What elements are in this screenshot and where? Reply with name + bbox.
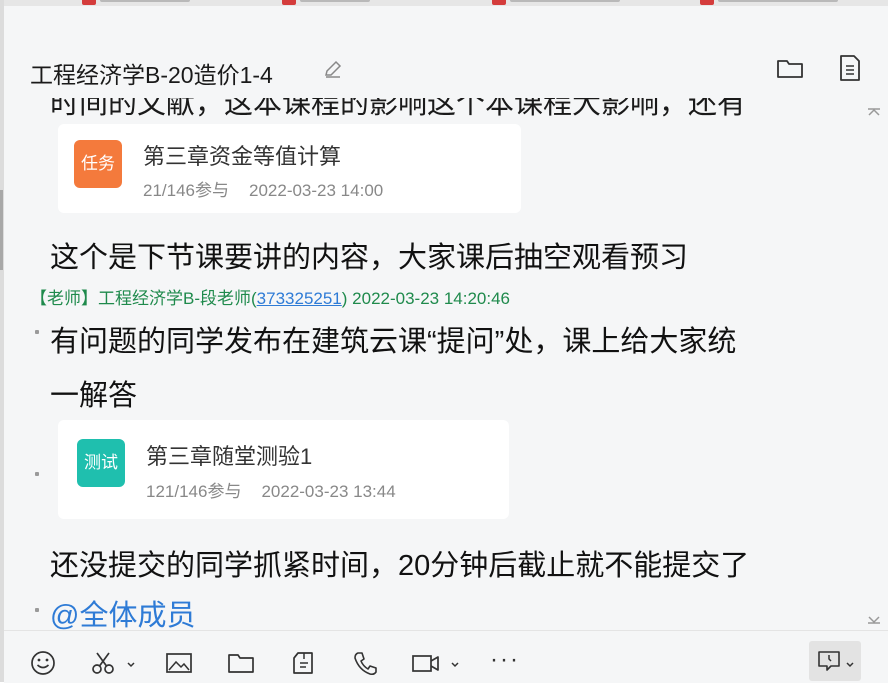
task-card[interactable]: 任务 第三章资金等值计算 21/146参与 2022-03-23 14:00 <box>58 124 521 213</box>
input-toolbar: ··· <box>4 630 888 683</box>
message-text: 这个是下节课要讲的内容，大家课后抽空观看预习 <box>50 242 689 274</box>
history-button[interactable] <box>809 641 861 681</box>
chevron-down-icon <box>845 657 855 668</box>
tab-fragment <box>282 0 296 5</box>
phone-icon[interactable] <box>350 649 380 677</box>
message-bullet <box>35 330 39 334</box>
tab-fragment <box>100 0 190 2</box>
notes-icon[interactable] <box>837 53 863 83</box>
chevron-down-icon[interactable] <box>126 657 136 668</box>
message-list[interactable]: 时间的文献，这本课程的影响这个本课程大影响，还有 任务 第三章资金等值计算 21… <box>4 98 888 630</box>
scroll-down-icon[interactable] <box>866 614 882 626</box>
message-text: 还没提交的同学抓紧时间，20分钟后截止就不能提交了 <box>50 550 750 582</box>
message-text: 一解答 <box>50 380 138 412</box>
message-bullet <box>35 608 39 612</box>
sender-line: 【老师】工程经济学B-段老师(373325251) 2022-03-23 14:… <box>30 284 510 309</box>
mention-all-members[interactable]: @全体成员 <box>50 592 195 630</box>
tab-fragment <box>510 0 620 2</box>
message-bullet <box>35 472 39 476</box>
sender-qq-link[interactable]: 373325251 <box>257 289 342 308</box>
quiz-card-time: 2022-03-23 13:44 <box>261 482 396 501</box>
chat-header: 工程经济学B-20造价1-4 <box>4 6 888 98</box>
emoji-icon[interactable] <box>28 649 58 677</box>
sender-role: 【老师】 <box>30 289 98 308</box>
task-card-participants: 21/146参与 <box>143 181 229 200</box>
quiz-card[interactable]: 测试 第三章随堂测验1 121/146参与 2022-03-23 13:44 <box>58 420 509 519</box>
quiz-card-title: 第三章随堂测验1 <box>146 444 313 469</box>
folder-icon[interactable] <box>226 649 256 677</box>
video-icon[interactable] <box>410 649 440 677</box>
task-card-time: 2022-03-23 14:00 <box>249 181 384 200</box>
task-card-meta: 21/146参与 2022-03-23 14:00 <box>143 176 383 201</box>
edit-icon[interactable] <box>322 58 344 80</box>
tab-fragment <box>300 0 370 2</box>
file-share-icon[interactable] <box>288 649 318 677</box>
quiz-card-meta: 121/146参与 2022-03-23 13:44 <box>146 477 396 502</box>
tab-fragment <box>718 0 838 2</box>
history-icon <box>816 648 842 674</box>
sender-time: 2022-03-23 14:20:46 <box>347 289 511 308</box>
sender-name[interactable]: 工程经济学B-段老师( <box>98 289 257 308</box>
tab-fragment <box>82 0 96 5</box>
scissors-icon[interactable] <box>88 649 118 677</box>
chat-title: 工程经济学B-20造价1-4 <box>30 62 273 88</box>
scroll-up-icon[interactable] <box>866 104 882 116</box>
tab-fragment <box>492 0 506 5</box>
message-text: 有问题的同学发布在建筑云课“提问”处，课上给大家统 <box>50 326 737 358</box>
chat-window: 工程经济学B-20造价1-4 时间的文献，这本课程的影响这个本课程大影响，还有 … <box>4 6 888 683</box>
quiz-badge: 测试 <box>77 439 125 487</box>
tab-fragment <box>700 0 714 5</box>
more-icon[interactable]: ··· <box>490 646 520 674</box>
image-icon[interactable] <box>164 649 194 677</box>
quiz-card-participants: 121/146参与 <box>146 482 242 501</box>
task-badge: 任务 <box>74 140 122 188</box>
message-text-clipped: 时间的文献，这本课程的影响这个本课程大影响，还有 <box>50 98 747 120</box>
folder-icon[interactable] <box>775 54 805 82</box>
chevron-down-icon[interactable] <box>450 657 460 668</box>
task-card-title: 第三章资金等值计算 <box>143 144 342 169</box>
